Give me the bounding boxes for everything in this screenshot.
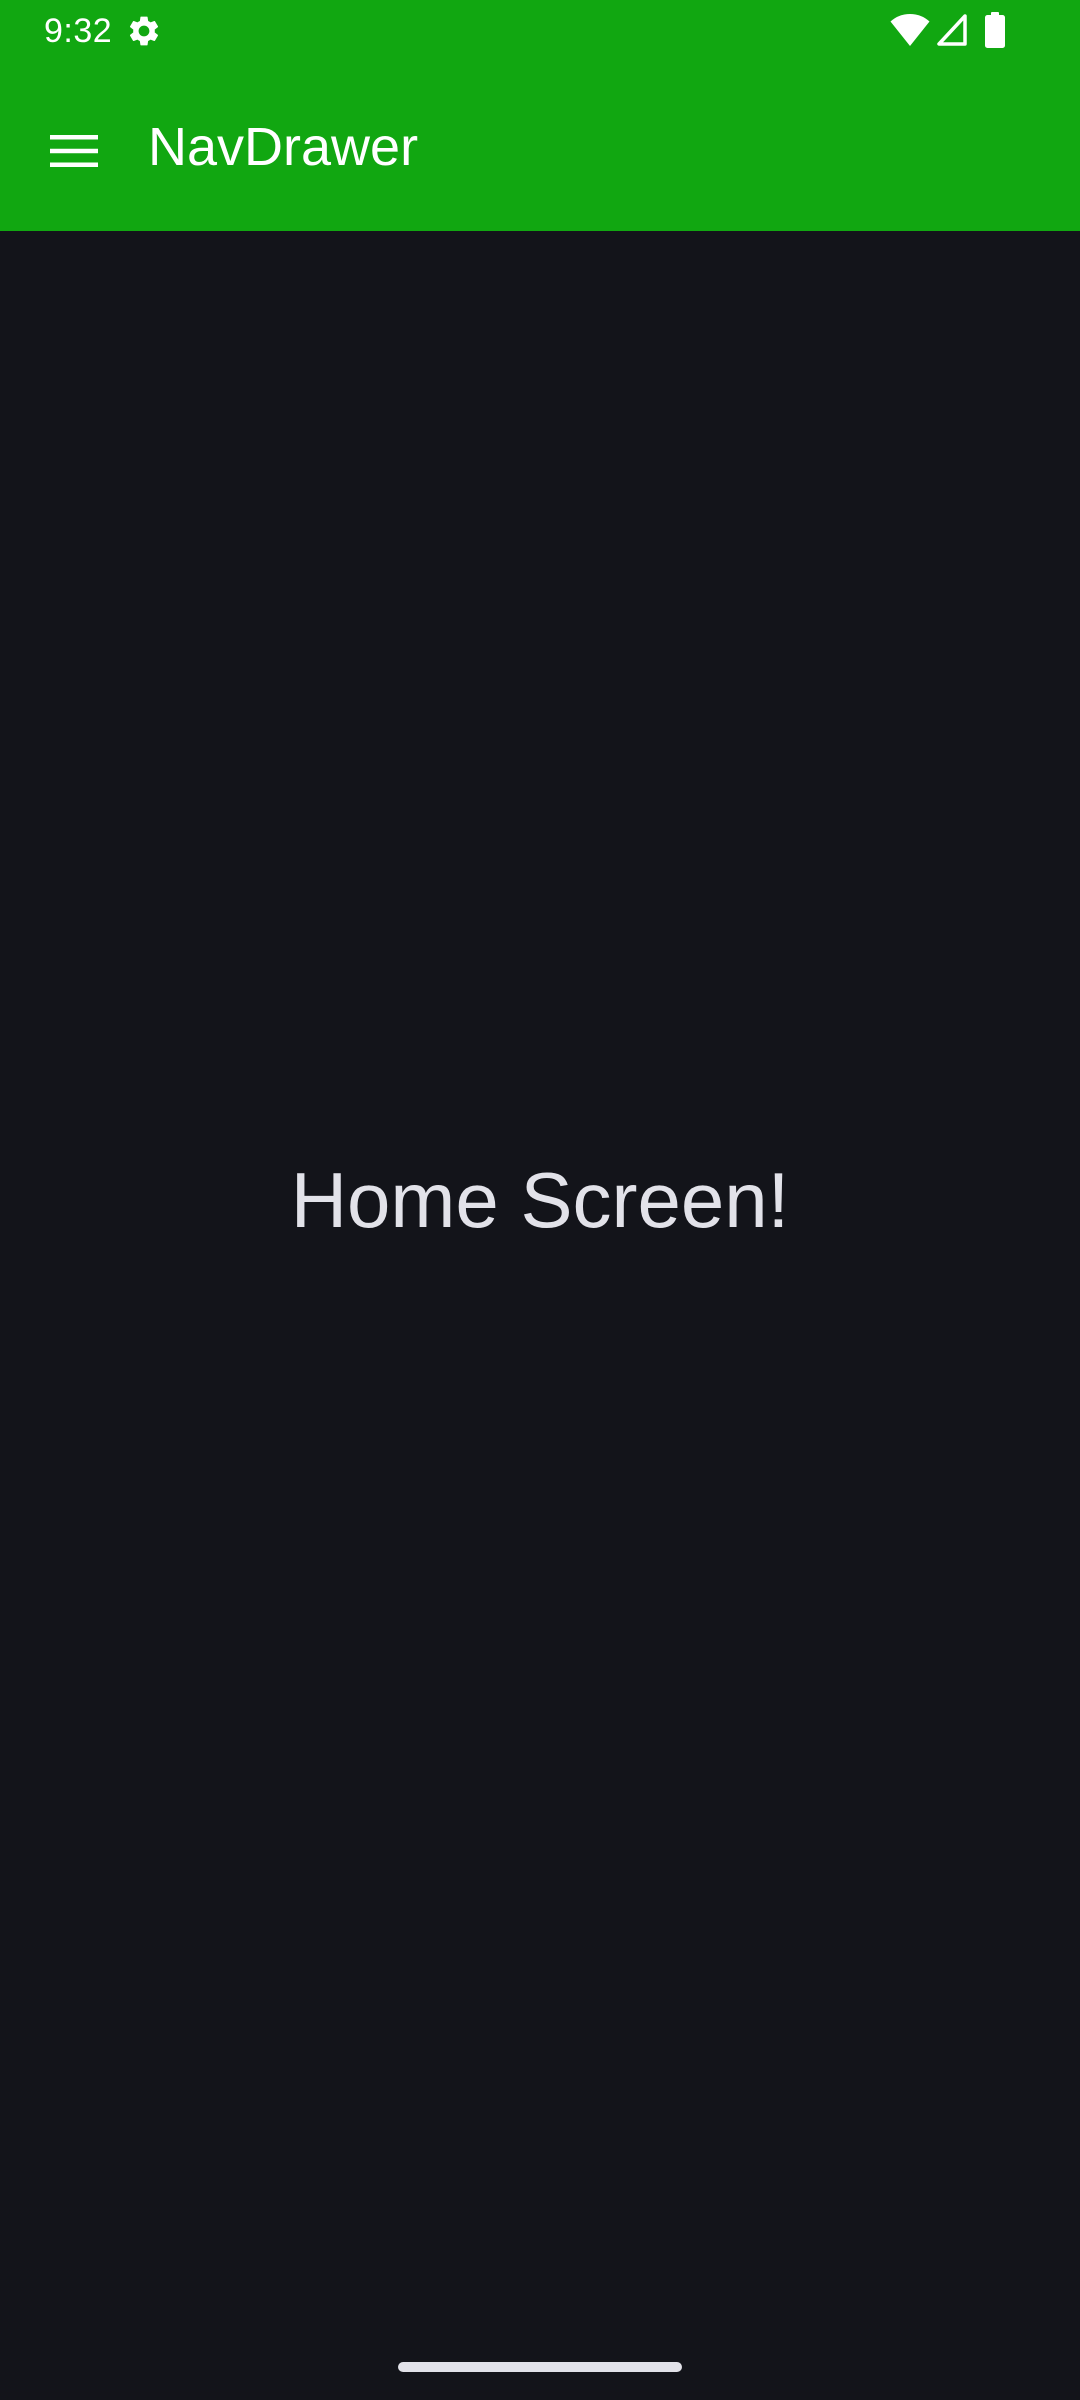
status-bar: 9:32 (0, 0, 1080, 63)
gesture-navigation-handle[interactable] (398, 2362, 682, 2372)
hamburger-menu-icon (50, 135, 98, 167)
status-time: 9:32 (44, 12, 113, 50)
battery-icon (985, 12, 1005, 48)
top-bar-background: 9:32 NavDrawer (0, 0, 1080, 231)
screen: 9:32 NavDrawer Home Screen! (0, 0, 1080, 2400)
menu-button[interactable] (30, 107, 118, 195)
app-bar: NavDrawer (0, 63, 1080, 231)
signal-icon (937, 14, 967, 46)
home-screen-text: Home Screen! (290, 1156, 790, 1244)
app-title: NavDrawer (148, 117, 419, 177)
gear-icon (129, 16, 159, 46)
wifi-icon (890, 14, 930, 46)
